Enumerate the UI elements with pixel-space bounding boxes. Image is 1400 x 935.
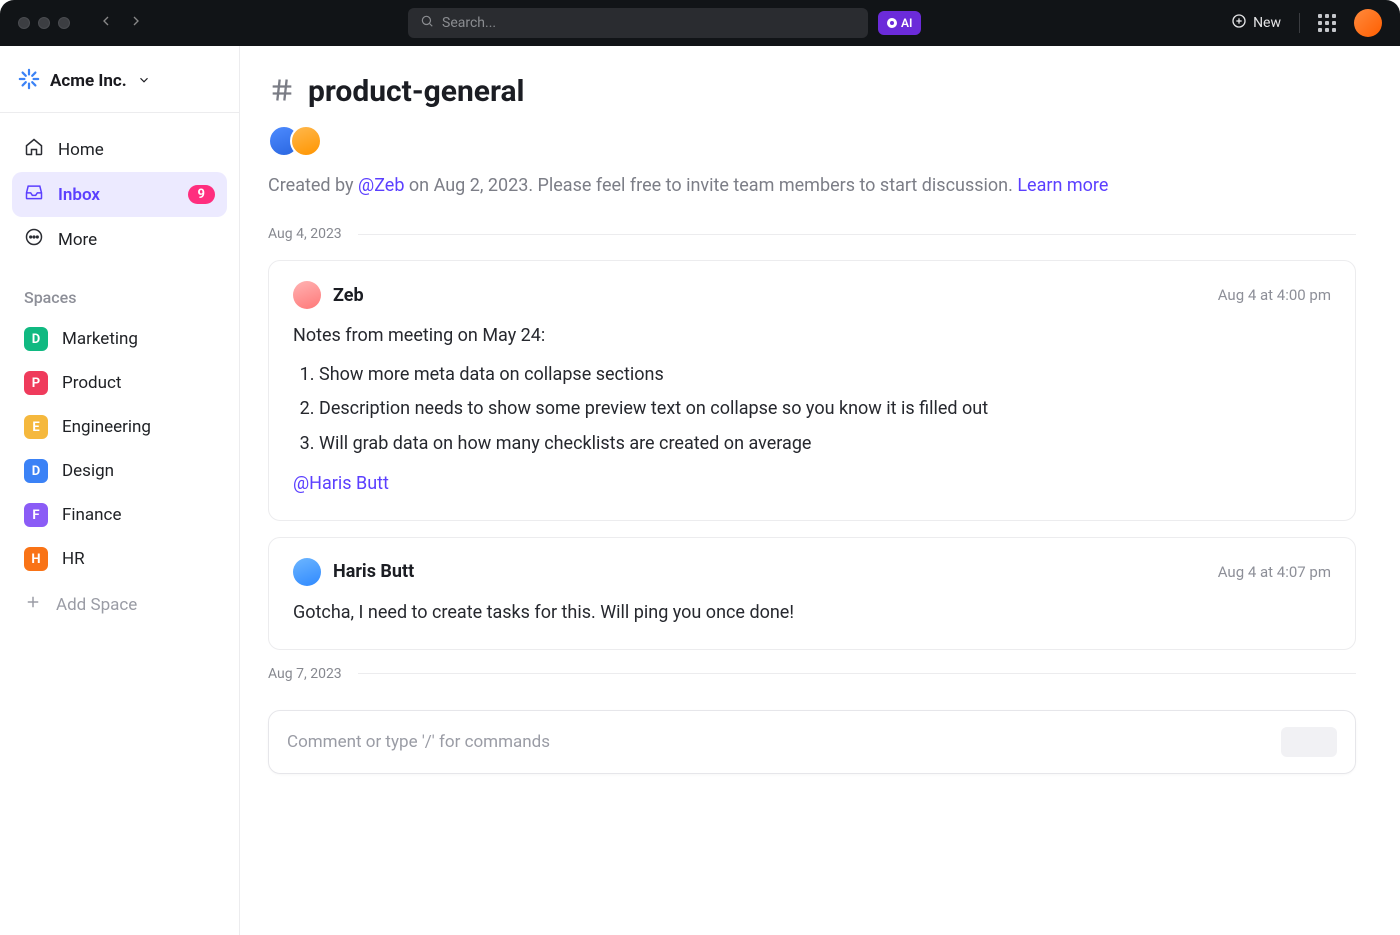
composer-placeholder: Comment or type '/' for commands <box>287 732 1281 752</box>
message-card[interactable]: Zeb Aug 4 at 4:00 pm Notes from meeting … <box>268 260 1356 521</box>
date-divider: Aug 4, 2023 <box>268 226 1356 242</box>
inbox-icon <box>24 182 44 207</box>
main-content: product-general Created by @Zeb on Aug 2… <box>240 46 1400 935</box>
send-button[interactable] <box>1281 727 1337 757</box>
space-label: Marketing <box>62 329 138 349</box>
space-item[interactable]: P Product <box>12 361 227 405</box>
learn-more-link[interactable]: Learn more <box>1017 175 1108 196</box>
space-chip: D <box>24 459 48 483</box>
message-body: Gotcha, I need to create tasks for this.… <box>293 598 1331 629</box>
user-mention[interactable]: @Haris Butt <box>293 469 1331 500</box>
space-label: Design <box>62 461 114 481</box>
space-item[interactable]: H HR <box>12 537 227 581</box>
message-author: Haris Butt <box>333 561 414 582</box>
space-item[interactable]: D Design <box>12 449 227 493</box>
new-button[interactable]: New <box>1231 13 1281 33</box>
ellipsis-circle-icon <box>24 227 44 252</box>
apps-grid-icon[interactable] <box>1318 14 1336 32</box>
nav-home[interactable]: Home <box>12 127 227 172</box>
avatar <box>293 281 321 309</box>
message-timestamp: Aug 4 at 4:00 pm <box>1218 286 1331 304</box>
member-avatars[interactable] <box>268 125 1356 157</box>
message-timestamp: Aug 4 at 4:07 pm <box>1218 563 1331 581</box>
message-author: Zeb <box>333 285 364 306</box>
channel-description: Created by @Zeb on Aug 2, 2023. Please f… <box>268 175 1356 196</box>
channel-title: product-general <box>308 74 525 109</box>
space-item[interactable]: F Finance <box>12 493 227 537</box>
ai-icon <box>887 18 897 28</box>
avatar <box>293 558 321 586</box>
nav-more[interactable]: More <box>12 217 227 262</box>
search-placeholder: Search... <box>442 15 496 31</box>
plus-circle-icon <box>1231 13 1247 33</box>
user-mention[interactable]: @Zeb <box>358 175 404 196</box>
space-label: HR <box>62 549 85 569</box>
chevron-down-icon <box>137 72 151 91</box>
space-label: Product <box>62 373 121 393</box>
window-controls[interactable] <box>18 17 70 29</box>
topbar: Search... AI New <box>0 0 1400 46</box>
comment-composer[interactable]: Comment or type '/' for commands <box>268 710 1356 774</box>
space-chip: F <box>24 503 48 527</box>
sidebar: Acme Inc. Home Inbox 9 <box>0 46 240 935</box>
space-chip: P <box>24 371 48 395</box>
user-avatar[interactable] <box>1354 9 1382 37</box>
space-label: Finance <box>62 505 121 525</box>
space-item[interactable]: D Marketing <box>12 317 227 361</box>
space-chip: H <box>24 547 48 571</box>
plus-icon <box>24 593 42 616</box>
home-icon <box>24 137 44 162</box>
space-chip: D <box>24 327 48 351</box>
hash-icon <box>268 76 296 108</box>
message-body: Notes from meeting on May 24: Show more … <box>293 321 1331 500</box>
space-label: Engineering <box>62 417 151 437</box>
ai-button[interactable]: AI <box>878 11 921 35</box>
search-input[interactable]: Search... <box>408 8 868 38</box>
nav-back-button[interactable] <box>98 13 114 33</box>
space-chip: E <box>24 415 48 439</box>
workspace-logo-icon <box>18 68 40 94</box>
message-card[interactable]: Haris Butt Aug 4 at 4:07 pm Gotcha, I ne… <box>268 537 1356 650</box>
avatar <box>290 125 322 157</box>
space-item[interactable]: E Engineering <box>12 405 227 449</box>
inbox-badge: 9 <box>188 185 215 204</box>
add-space-button[interactable]: Add Space <box>0 581 239 628</box>
separator <box>1299 13 1300 33</box>
nav-inbox[interactable]: Inbox 9 <box>12 172 227 217</box>
nav-forward-button[interactable] <box>128 13 144 33</box>
search-icon <box>420 14 434 32</box>
workspace-name: Acme Inc. <box>50 71 127 91</box>
spaces-heading: Spaces <box>0 268 239 317</box>
workspace-switcher[interactable]: Acme Inc. <box>0 56 239 113</box>
date-divider: Aug 7, 2023 <box>268 666 1356 682</box>
